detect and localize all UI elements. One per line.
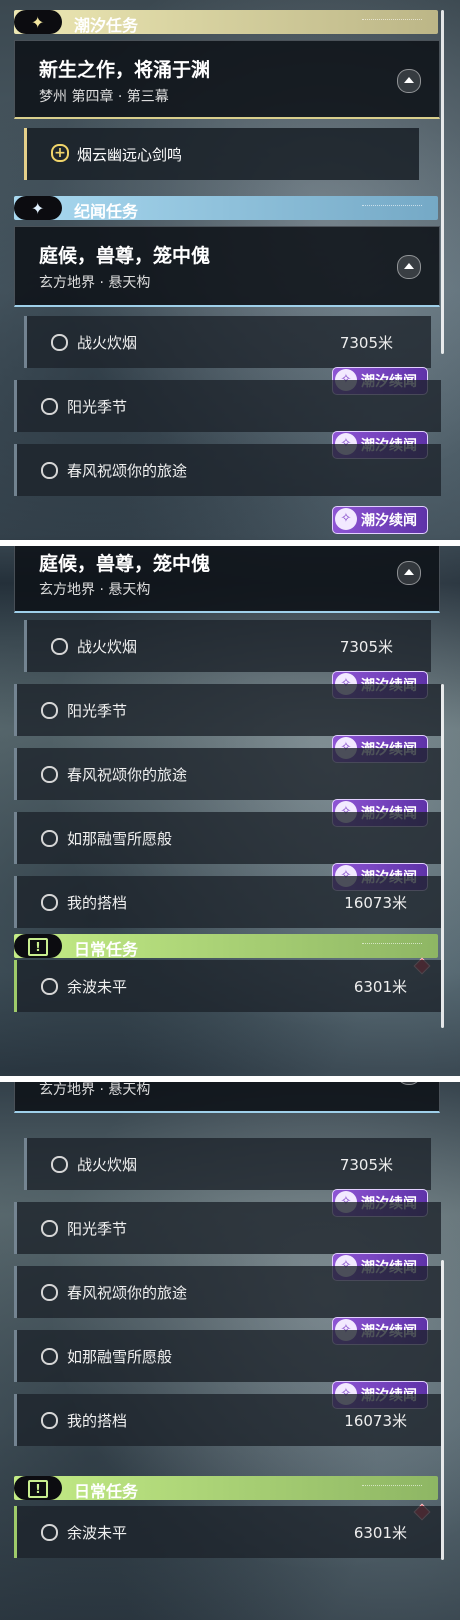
tag: ✦ (14, 10, 62, 34)
section-title: 纪闻任务 (74, 202, 139, 221)
decor-dots (362, 1485, 422, 1490)
task-row[interactable]: 余波未平 6301米 (14, 960, 441, 1012)
task-label: 春风祝颂你的旅途 (67, 462, 188, 480)
sparkle-icon: ✦ (31, 13, 45, 32)
section-title: 日常任务 (74, 1482, 139, 1501)
circle-icon (41, 1348, 58, 1365)
task-row[interactable]: 我的搭档 16073米 (14, 1394, 441, 1446)
quest-panel-2: 庭候，兽尊，笼中傀 玄方地界 · 悬天构 战火炊烟 7305米 ✧潮汐续闻 阳光… (0, 546, 460, 1076)
task-label: 战火炊烟 (77, 638, 138, 656)
task-distance: 6301米 (353, 1524, 407, 1542)
section-title: 潮汐任务 (74, 16, 139, 35)
circle-icon (41, 1412, 58, 1429)
plus-circle-icon: + (51, 144, 69, 162)
decor-dots (362, 943, 422, 948)
task-row[interactable]: 春风祝颂你的旅途 (14, 1266, 441, 1318)
task-label: 战火炊烟 (77, 1156, 138, 1174)
lore-quest-header[interactable]: ✦ 纪闻任务 (14, 196, 438, 221)
lore-main-card[interactable]: 庭候，兽尊，笼中傀 玄方地界 · 悬天构 (14, 226, 440, 307)
collapse-icon[interactable] (397, 1082, 421, 1085)
task-distance: 16073米 (344, 894, 407, 912)
task-distance: 7305米 (339, 334, 393, 352)
task-distance: 16073米 (344, 1412, 407, 1430)
task-label: 余波未平 (67, 978, 128, 996)
circle-icon (41, 766, 58, 783)
tide-quest-header[interactable]: ✦ 潮汐任务 (14, 10, 438, 35)
quest-location: 玄方地界 · 悬天构 (39, 1082, 151, 1098)
tag: ✦ (14, 196, 62, 220)
scrollbar[interactable] (441, 684, 444, 1028)
task-label: 阳光季节 (67, 398, 128, 416)
task-label: 阳光季节 (67, 702, 128, 720)
quest-location: 玄方地界 · 悬天构 (39, 275, 151, 291)
decor-dots (362, 205, 422, 210)
task-row[interactable]: 阳光季节 (14, 1202, 441, 1254)
tag: ! (14, 1476, 62, 1500)
circle-icon (41, 830, 58, 847)
circle-icon (51, 638, 68, 655)
collapse-icon[interactable] (397, 255, 421, 279)
collapse-icon[interactable] (397, 69, 421, 93)
task-row[interactable]: 战火炊烟 7305米 (24, 316, 431, 368)
circle-icon (41, 1284, 58, 1301)
quest-panel-3: 庭候，兽尊，笼中傀 玄方地界 · 悬天构 战火炊烟 7305米 ✧潮汐续闻 阳光… (0, 1082, 460, 1620)
quest-location: 梦州 第四章 · 第三幕 (39, 89, 169, 105)
tag: ! (14, 934, 62, 958)
quest-title: 新生之作，将涌于渊 (39, 59, 211, 81)
task-label: 阳光季节 (67, 1220, 128, 1238)
collapse-icon[interactable] (397, 561, 421, 585)
circle-icon (51, 1156, 68, 1173)
circle-icon (41, 894, 58, 911)
alert-icon: ! (28, 1480, 48, 1498)
task-row[interactable]: 春风祝颂你的旅途 (14, 748, 441, 800)
task-row[interactable]: 如那融雪所愿般 (14, 1330, 441, 1382)
task-label: 战火炊烟 (77, 334, 138, 352)
task-distance: 7305米 (339, 638, 393, 656)
task-label: 春风祝颂你的旅途 (67, 766, 188, 784)
decor-dots (362, 19, 422, 24)
quest-title: 庭候，兽尊，笼中傀 (39, 245, 211, 267)
scrollbar[interactable] (441, 1260, 444, 1560)
daily-quest-header[interactable]: ! 日常任务 (14, 934, 438, 959)
task-label: 我的搭档 (67, 1412, 128, 1430)
main-quest-card[interactable]: 新生之作，将涌于渊 梦州 第四章 · 第三幕 (14, 40, 440, 119)
circle-icon (41, 462, 58, 479)
task-label: 如那融雪所愿般 (67, 830, 173, 848)
circle-icon (41, 978, 58, 995)
quest-panel-1: ✦ 潮汐任务 新生之作，将涌于渊 梦州 第四章 · 第三幕 + 烟云幽远心剑鸣 … (0, 0, 460, 540)
tide-followup-badge: ✧潮汐续闻 (332, 506, 428, 534)
lore-main-card[interactable]: 庭候，兽尊，笼中傀 玄方地界 · 悬天构 (14, 1082, 440, 1113)
alert-icon: ! (28, 938, 48, 956)
lore-main-card[interactable]: 庭候，兽尊，笼中傀 玄方地界 · 悬天构 (14, 546, 440, 613)
quest-location: 玄方地界 · 悬天构 (39, 582, 151, 598)
circle-icon (41, 1220, 58, 1237)
task-distance: 6301米 (353, 978, 407, 996)
task-distance: 7305米 (339, 1156, 393, 1174)
quest-title: 庭候，兽尊，笼中傀 (39, 553, 211, 575)
task-row[interactable]: 余波未平 6301米 (14, 1506, 441, 1558)
sparkle-icon: ✦ (31, 199, 45, 218)
feather-icon: ✧ (335, 508, 357, 530)
task-label: 春风祝颂你的旅途 (67, 1284, 188, 1302)
task-row[interactable]: 阳光季节 (14, 684, 441, 736)
section-title: 日常任务 (74, 940, 139, 959)
task-label: 如那融雪所愿般 (67, 1348, 173, 1366)
task-row[interactable]: 阳光季节 (14, 380, 441, 432)
circle-icon (41, 398, 58, 415)
task-row[interactable]: 春风祝颂你的旅途 (14, 444, 441, 496)
active-subtask[interactable]: + 烟云幽远心剑鸣 (24, 128, 419, 180)
circle-icon (41, 1524, 58, 1541)
task-row[interactable]: 我的搭档 16073米 (14, 876, 441, 928)
task-row[interactable]: 如那融雪所愿般 (14, 812, 441, 864)
task-label: 余波未平 (67, 1524, 128, 1542)
task-row[interactable]: 战火炊烟 7305米 (24, 1138, 431, 1190)
task-row[interactable]: 战火炊烟 7305米 (24, 620, 431, 672)
circle-icon (41, 702, 58, 719)
scrollbar[interactable] (441, 10, 444, 354)
badge-label: 潮汐续闻 (361, 513, 417, 529)
circle-icon (51, 334, 68, 351)
task-label: 我的搭档 (67, 894, 128, 912)
daily-quest-header[interactable]: ! 日常任务 (14, 1476, 438, 1501)
subtask-label: 烟云幽远心剑鸣 (77, 146, 183, 164)
